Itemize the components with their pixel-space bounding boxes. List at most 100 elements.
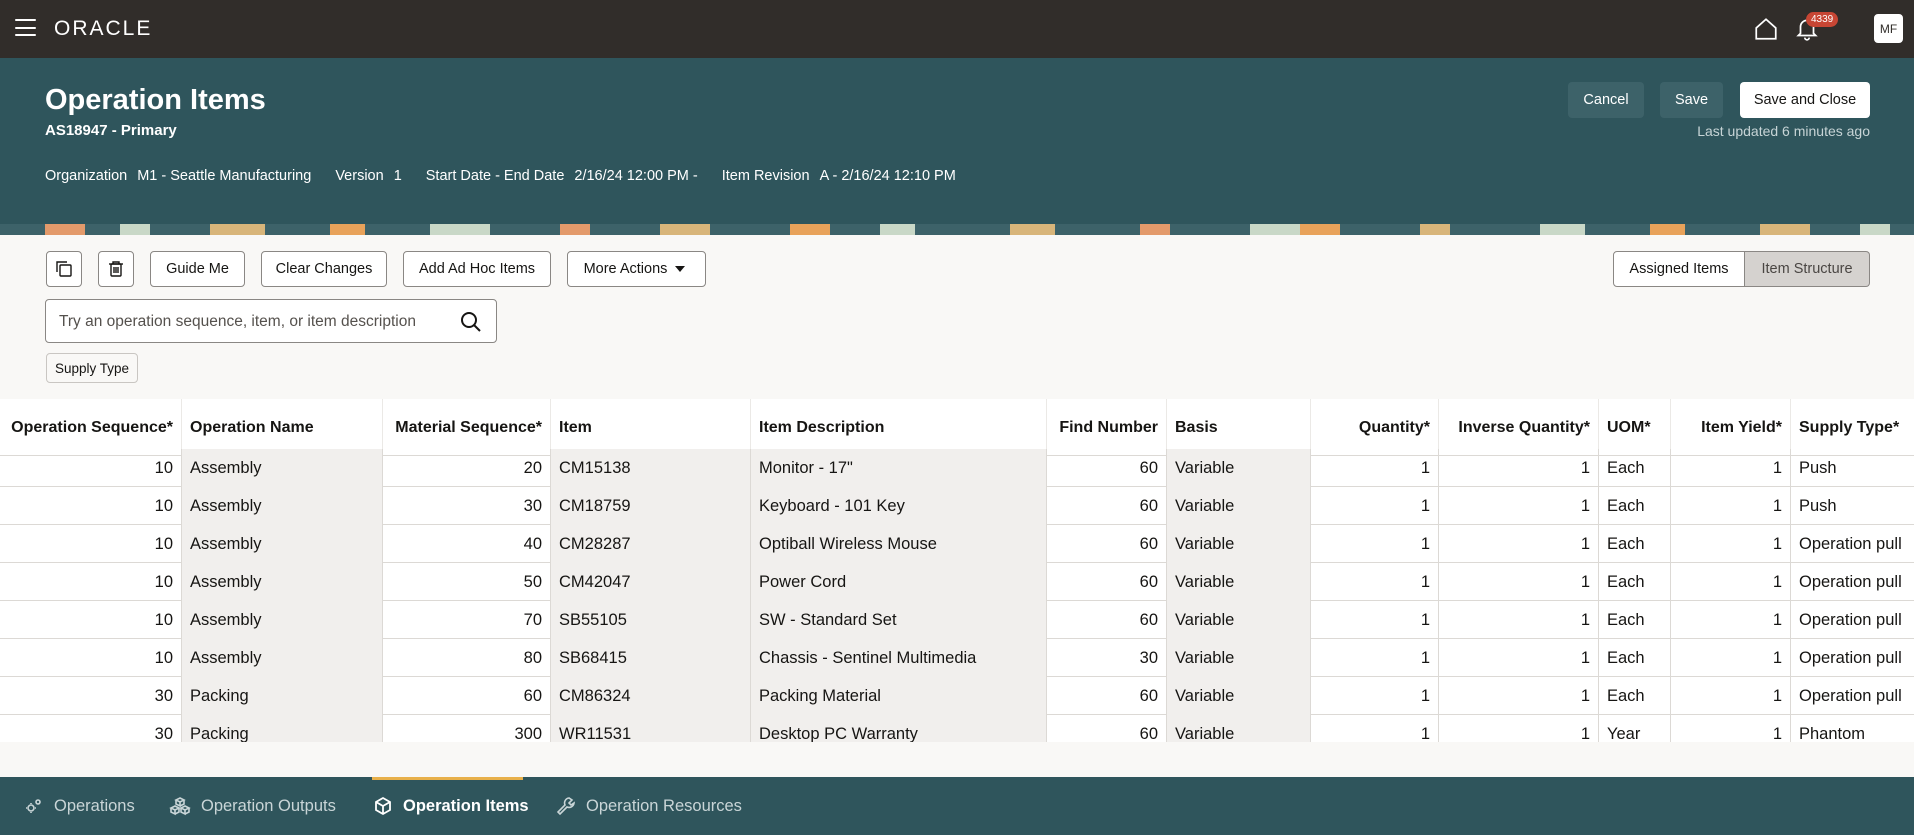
cell-item-description[interactable]: Packing Material (751, 677, 1047, 715)
more-actions-button[interactable]: More Actions (567, 251, 706, 287)
cell-find-number[interactable]: 60 (1047, 677, 1167, 715)
cell-operation-name[interactable]: Assembly (182, 525, 383, 563)
cell-inverse-quantity[interactable]: 1 (1439, 487, 1599, 525)
cell-item[interactable]: SB68415 (551, 639, 751, 677)
cell-item[interactable]: CM42047 (551, 563, 751, 601)
cell-uom[interactable]: Each (1599, 525, 1671, 563)
cell-item[interactable]: CM86324 (551, 677, 751, 715)
cell-item[interactable]: SB55105 (551, 601, 751, 639)
cell-find-number[interactable]: 60 (1047, 601, 1167, 639)
column-header-item-yield[interactable]: Item Yield* (1671, 399, 1791, 456)
cell-find-number[interactable]: 60 (1047, 525, 1167, 563)
cell-basis[interactable]: Variable (1167, 563, 1311, 601)
cell-quantity[interactable]: 1 (1311, 487, 1439, 525)
cell-material-sequence[interactable]: 300 (383, 715, 551, 742)
cell-supply-type[interactable]: Operation pull (1791, 563, 1914, 601)
column-header-inverse-quantity[interactable]: Inverse Quantity* (1439, 399, 1599, 456)
save-and-close-button[interactable]: Save and Close (1740, 82, 1870, 118)
search-input[interactable] (59, 311, 449, 333)
cell-operation-sequence[interactable]: 10 (0, 639, 182, 677)
guide-me-button[interactable]: Guide Me (150, 251, 245, 287)
cell-uom[interactable]: Each (1599, 449, 1671, 487)
cell-find-number[interactable]: 60 (1047, 715, 1167, 742)
cell-basis[interactable]: Variable (1167, 601, 1311, 639)
oracle-logo[interactable]: ORACLE (54, 17, 152, 41)
cell-operation-sequence[interactable]: 10 (0, 563, 182, 601)
column-header-item-description[interactable]: Item Description (751, 399, 1047, 456)
tab-operation-items[interactable]: Operation Items (373, 777, 529, 835)
cell-uom[interactable]: Year (1599, 715, 1671, 742)
cell-supply-type[interactable]: Operation pull (1791, 525, 1914, 563)
cell-uom[interactable]: Each (1599, 677, 1671, 715)
search-icon[interactable] (460, 311, 482, 333)
tab-operation-outputs[interactable]: Operation Outputs (169, 777, 336, 835)
column-header-operation-sequence[interactable]: Operation Sequence* (0, 399, 182, 456)
cell-operation-sequence[interactable]: 30 (0, 677, 182, 715)
supply-type-filter-chip[interactable]: Supply Type (46, 353, 139, 383)
cell-inverse-quantity[interactable]: 1 (1439, 715, 1599, 742)
cell-find-number[interactable]: 60 (1047, 563, 1167, 601)
cell-operation-name[interactable]: Assembly (182, 487, 383, 525)
table-row[interactable]: 30 Packing 60 CM86324 Packing Material 60 Vari… (0, 677, 1914, 715)
cell-item-description[interactable]: Optiball Wireless Mouse (751, 525, 1047, 563)
cell-operation-name[interactable]: Assembly (182, 563, 383, 601)
cell-material-sequence[interactable]: 20 (383, 449, 551, 487)
table-row[interactable]: 10 Assembly 70 SB55105 SW - Standard Set 60 Va… (0, 601, 1914, 639)
cell-basis[interactable]: Variable (1167, 677, 1311, 715)
cell-supply-type[interactable]: Push (1791, 449, 1914, 487)
cell-uom[interactable]: Each (1599, 601, 1671, 639)
cell-quantity[interactable]: 1 (1311, 525, 1439, 563)
cell-operation-sequence[interactable]: 10 (0, 487, 182, 525)
cell-item-description[interactable]: Power Cord (751, 563, 1047, 601)
cell-find-number[interactable]: 60 (1047, 449, 1167, 487)
cell-item-yield[interactable]: 1 (1671, 639, 1791, 677)
column-header-material-sequence[interactable]: Material Sequence* (383, 399, 551, 456)
duplicate-button[interactable] (46, 251, 82, 287)
cell-basis[interactable]: Variable (1167, 487, 1311, 525)
tab-operation-resources[interactable]: Operation Resources (556, 777, 742, 835)
user-avatar[interactable]: MF (1874, 14, 1903, 43)
cell-item[interactable]: CM15138 (551, 449, 751, 487)
item-structure-toggle[interactable]: Item Structure (1745, 251, 1870, 287)
cell-operation-name[interactable]: Assembly (182, 601, 383, 639)
cell-material-sequence[interactable]: 40 (383, 525, 551, 563)
table-row[interactable]: 30 Packing 300 WR11531 Desktop PC Warranty 60… (0, 715, 1914, 742)
cell-material-sequence[interactable]: 60 (383, 677, 551, 715)
cell-item[interactable]: WR11531 (551, 715, 751, 742)
cell-quantity[interactable]: 1 (1311, 677, 1439, 715)
column-header-find-number[interactable]: Find Number (1047, 399, 1167, 456)
cell-supply-type[interactable]: Operation pull (1791, 639, 1914, 677)
cell-quantity[interactable]: 1 (1311, 639, 1439, 677)
cell-operation-sequence[interactable]: 10 (0, 525, 182, 563)
cell-item-description[interactable]: SW - Standard Set (751, 601, 1047, 639)
cell-item-yield[interactable]: 1 (1671, 601, 1791, 639)
column-header-basis[interactable]: Basis (1167, 399, 1311, 456)
cell-inverse-quantity[interactable]: 1 (1439, 449, 1599, 487)
column-header-supply-type[interactable]: Supply Type* (1791, 399, 1914, 456)
cell-quantity[interactable]: 1 (1311, 563, 1439, 601)
cell-supply-type[interactable]: Push (1791, 487, 1914, 525)
cell-item-yield[interactable]: 1 (1671, 525, 1791, 563)
cell-operation-sequence[interactable]: 10 (0, 601, 182, 639)
clear-changes-button[interactable]: Clear Changes (261, 251, 387, 287)
cell-operation-name[interactable]: Packing (182, 677, 383, 715)
cell-inverse-quantity[interactable]: 1 (1439, 639, 1599, 677)
cell-basis[interactable]: Variable (1167, 449, 1311, 487)
home-icon[interactable] (1753, 16, 1779, 42)
add-ad-hoc-items-button[interactable]: Add Ad Hoc Items (403, 251, 551, 287)
cell-operation-name[interactable]: Packing (182, 715, 383, 742)
cell-operation-sequence[interactable]: 30 (0, 715, 182, 742)
cell-item-description[interactable]: Monitor - 17" (751, 449, 1047, 487)
delete-button[interactable] (98, 251, 134, 287)
cell-operation-sequence[interactable]: 10 (0, 449, 182, 487)
cell-material-sequence[interactable]: 30 (383, 487, 551, 525)
cancel-button[interactable]: Cancel (1568, 82, 1644, 118)
cell-item-yield[interactable]: 1 (1671, 487, 1791, 525)
cell-item-yield[interactable]: 1 (1671, 449, 1791, 487)
cell-operation-name[interactable]: Assembly (182, 449, 383, 487)
cell-quantity[interactable]: 1 (1311, 715, 1439, 742)
cell-operation-name[interactable]: Assembly (182, 639, 383, 677)
cell-basis[interactable]: Variable (1167, 639, 1311, 677)
table-row[interactable]: 10 Assembly 30 CM18759 Keyboard - 101 Key 60 V… (0, 487, 1914, 525)
cell-inverse-quantity[interactable]: 1 (1439, 525, 1599, 563)
